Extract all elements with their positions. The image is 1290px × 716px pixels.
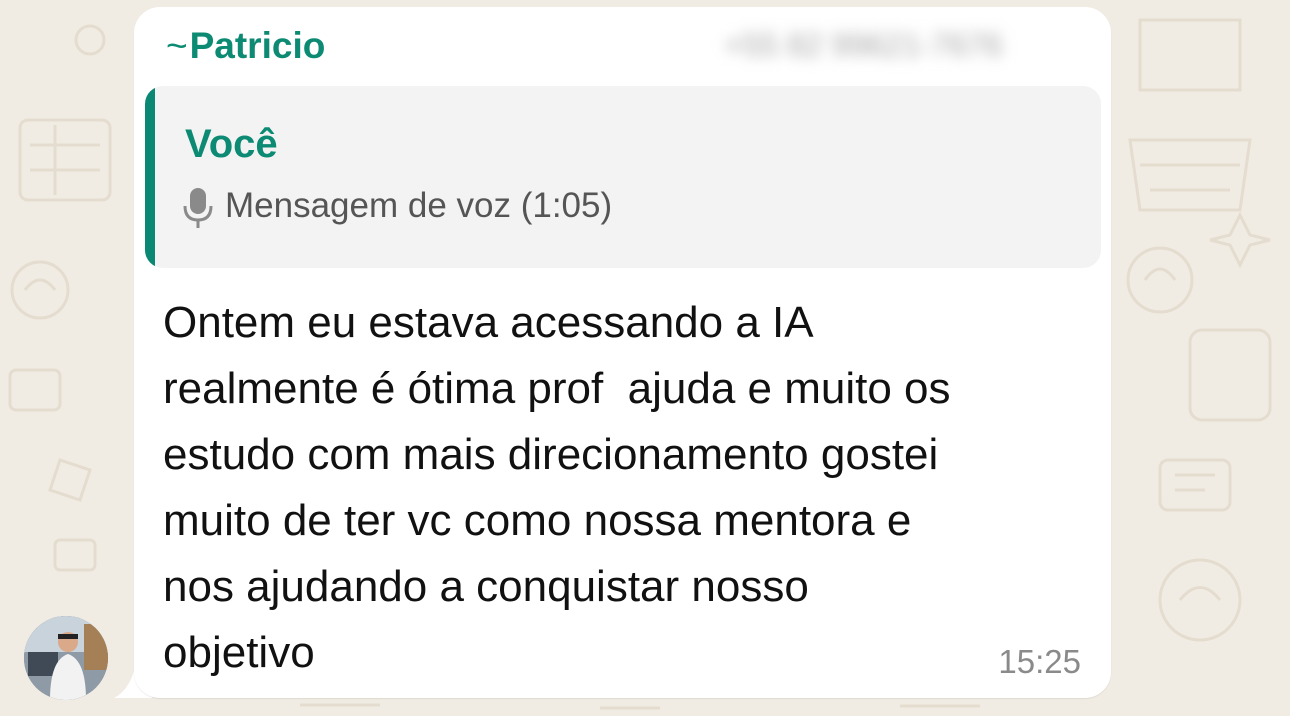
message-line: muito de ter vc como nossa mentora e bbox=[163, 496, 912, 545]
quote-accent-bar bbox=[145, 86, 155, 268]
message-line: objetivo bbox=[163, 628, 315, 677]
sender-name[interactable]: ~Patricio bbox=[166, 25, 325, 69]
sender-avatar[interactable] bbox=[24, 616, 108, 700]
sender-phone-blurred: +55 82 99621-7676 bbox=[724, 27, 1003, 63]
sender-name-text: Patricio bbox=[189, 25, 326, 66]
sender-prefix: ~ bbox=[166, 25, 188, 66]
message-text: Ontem eu estava acessando a IA realmente… bbox=[163, 290, 1093, 686]
message-line: realmente é ótima prof ajuda e muito os bbox=[163, 364, 951, 413]
message-time: 15:25 bbox=[998, 643, 1081, 680]
quoted-message[interactable]: Você Mensagem de voz (1:05) bbox=[145, 86, 1101, 268]
message-line: estudo com mais direcionamento gostei bbox=[163, 430, 939, 479]
mic-icon bbox=[183, 188, 213, 228]
message-line: nos ajudando a conquistar nosso bbox=[163, 562, 809, 611]
quote-text: Mensagem de voz (1:05) bbox=[225, 186, 613, 225]
message-bubble[interactable]: ~Patricio +55 82 99621-7676 Você Mensage… bbox=[134, 7, 1111, 698]
message-line: Ontem eu estava acessando a IA bbox=[163, 298, 814, 347]
quote-author: Você bbox=[185, 122, 278, 166]
